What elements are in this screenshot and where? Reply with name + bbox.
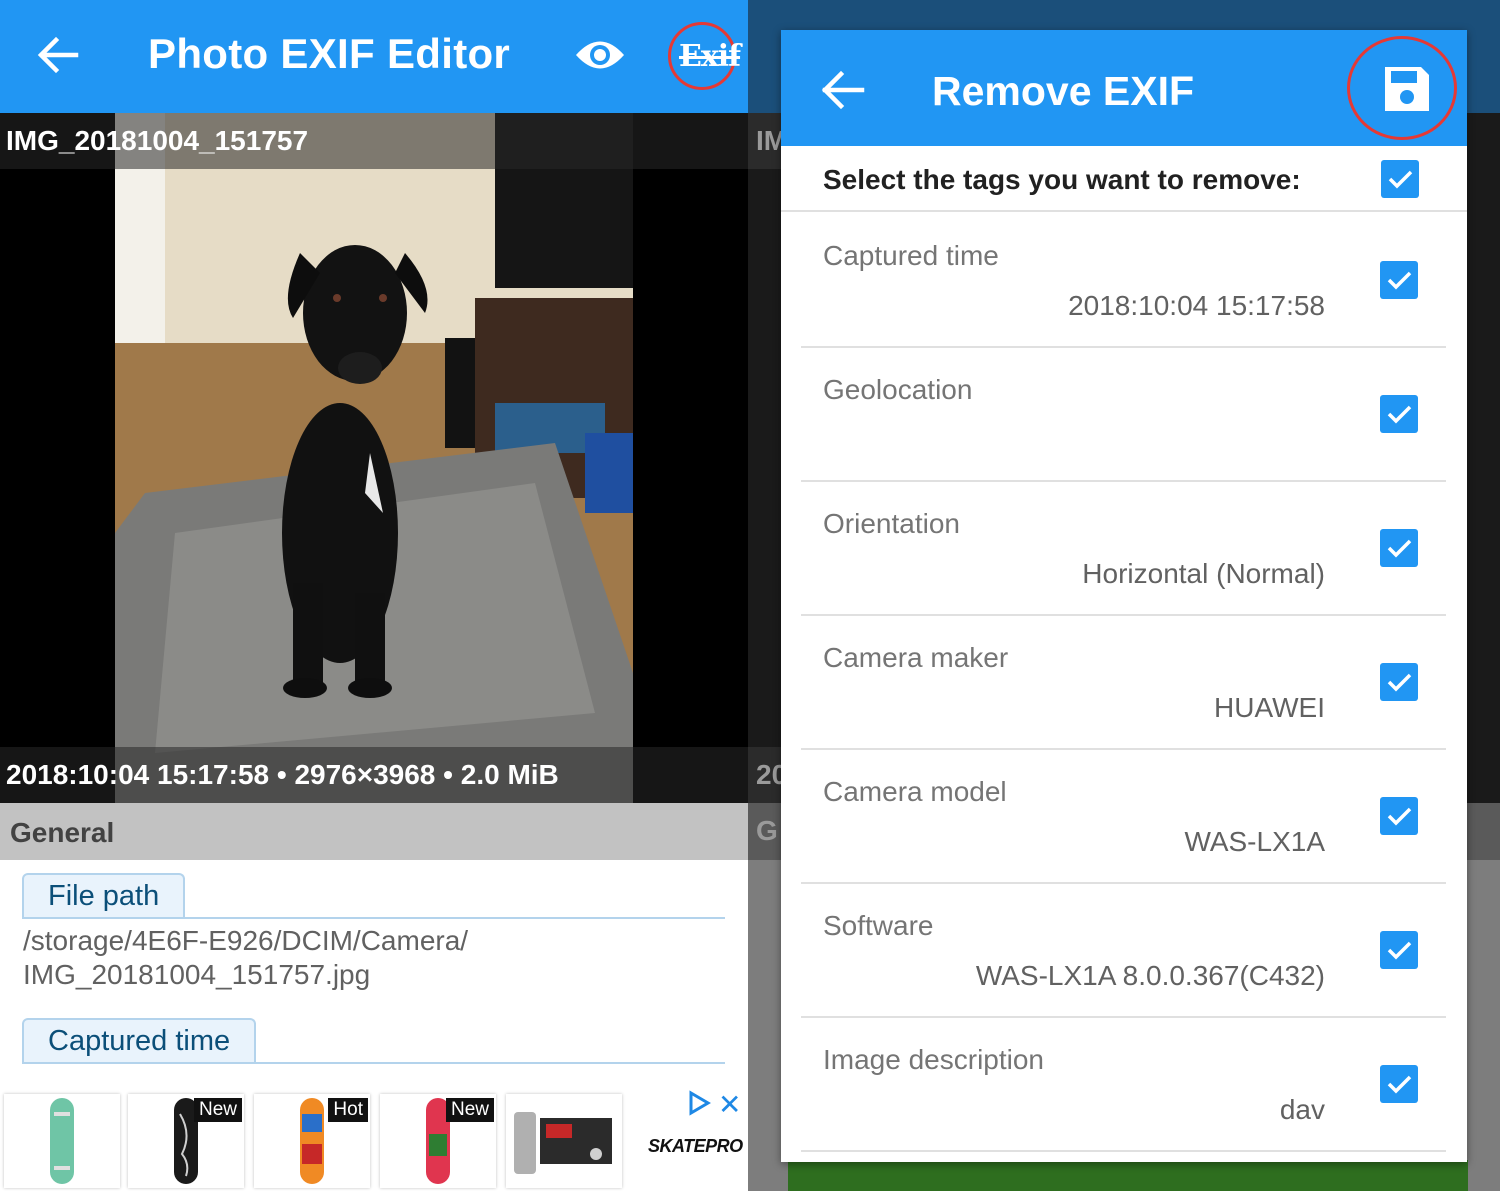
new-badge: New	[445, 1098, 494, 1122]
photo-info-bar: 2018:10:04 15:17:58 • 2976×3968 • 2.0 Mi…	[0, 747, 748, 803]
select-all-row[interactable]: Select the tags you want to remove:	[781, 146, 1467, 212]
tag-checkbox[interactable]	[1380, 261, 1418, 299]
tag-row-orientation[interactable]: Orientation Horizontal (Normal)	[801, 482, 1446, 616]
ad-close-icon[interactable]: ✕	[718, 1088, 741, 1121]
ad-product-skateboard[interactable]: New	[380, 1094, 496, 1188]
field-label-captured-time[interactable]: Captured time	[22, 1018, 257, 1064]
skateboard-image	[50, 1098, 74, 1184]
tag-row-geolocation[interactable]: Geolocation	[801, 348, 1446, 482]
ad-choices-icon[interactable]	[686, 1090, 712, 1116]
dialog-app-bar: Remove EXIF	[781, 30, 1467, 146]
checkmark-icon	[1387, 539, 1412, 558]
tag-value: Horizontal (Normal)	[1082, 558, 1325, 589]
tag-checkbox[interactable]	[1380, 529, 1418, 567]
exif-button[interactable]: Exif	[668, 22, 741, 90]
ad-product-skateboard[interactable]: New	[128, 1094, 244, 1188]
file-path-line-2: IMG_20181004_151757.jpg	[23, 959, 371, 990]
select-all-checkbox[interactable]	[1381, 160, 1419, 198]
eye-icon[interactable]	[574, 36, 626, 74]
tag-value: 2018:10:04 15:17:58	[1068, 290, 1325, 321]
arrow-back-icon[interactable]	[32, 30, 82, 80]
tag-label: Captured time	[823, 240, 999, 271]
ad-brand-logo: SKATEPRO	[648, 1136, 743, 1156]
tag-value: HUAWEI	[1214, 692, 1325, 723]
tag-checkbox[interactable]	[1380, 797, 1418, 835]
tag-row-camera-maker[interactable]: Camera maker HUAWEI	[801, 616, 1446, 750]
tag-value: WAS-LX1A	[1184, 826, 1325, 857]
checkmark-icon	[1387, 941, 1412, 960]
tag-checkbox[interactable]	[1380, 395, 1418, 433]
ad-product-skateboard[interactable]	[4, 1094, 120, 1188]
new-badge: New	[193, 1098, 242, 1122]
field-label-file-path[interactable]: File path	[22, 873, 186, 919]
tag-label: Image description	[823, 1044, 1045, 1075]
skate-tool-image	[514, 1112, 612, 1174]
tag-checkbox[interactable]	[1380, 1065, 1418, 1103]
photo-info: 2018:10:04 15:17:58 • 2976×3968 • 2.0 Mi…	[6, 759, 559, 790]
ad-product-skateboard[interactable]: Hot	[254, 1094, 370, 1188]
tag-checkbox[interactable]	[1380, 663, 1418, 701]
remove-exif-dialog: Remove EXIF Select the tags you want to …	[781, 30, 1467, 1162]
divider	[22, 1062, 725, 1064]
tag-row-captured-time[interactable]: Captured time 2018:10:04 15:17:58	[801, 214, 1446, 348]
tag-label: Software	[823, 910, 934, 941]
photo-viewer[interactable]: IMG_20181004_151757 2018:10:04 15:17:58 …	[0, 113, 748, 803]
tag-label: Camera maker	[823, 642, 1009, 673]
tag-checkbox[interactable]	[1380, 931, 1418, 969]
section-header-general: General	[0, 803, 748, 860]
file-path-line-1: /storage/4E6F-E926/DCIM/Camera/	[23, 925, 469, 956]
app-bar: Photo EXIF Editor Exif	[0, 0, 748, 113]
checkmark-icon	[1387, 1075, 1412, 1094]
dog-photo	[115, 113, 633, 803]
checkmark-icon	[1387, 271, 1412, 290]
photo-filename-bar: IMG_20181004_151757	[0, 113, 748, 169]
remove-exif-screen: IM 20 G Remove EXIF Select the tags you …	[748, 0, 1500, 1191]
checkmark-icon	[1387, 405, 1412, 424]
tag-label: Geolocation	[823, 374, 973, 405]
divider	[22, 917, 725, 919]
dimmed-section-title: G	[756, 815, 778, 846]
dimmed-ad	[788, 1160, 1468, 1191]
tag-row-software[interactable]: Software WAS-LX1A 8.0.0.367(C432)	[801, 884, 1446, 1018]
hot-badge: Hot	[328, 1098, 368, 1122]
photo-filename: IMG_20181004_151757	[6, 125, 309, 156]
ad-product-skate-tool[interactable]	[506, 1094, 622, 1188]
checkmark-icon	[1387, 673, 1412, 692]
select-prompt: Select the tags you want to remove:	[823, 164, 1301, 195]
section-title: General	[10, 817, 115, 848]
file-path-value[interactable]: /storage/4E6F-E926/DCIM/Camera/ IMG_2018…	[23, 924, 468, 992]
tag-row-camera-model[interactable]: Camera model WAS-LX1A	[801, 750, 1446, 884]
dialog-title: Remove EXIF	[932, 68, 1195, 114]
tag-label: Orientation	[823, 508, 960, 539]
tag-row-image-description[interactable]: Image description dav	[801, 1018, 1446, 1152]
photo-exif-editor-screen: Photo EXIF Editor Exif IMG_20181004_1517…	[0, 0, 748, 1191]
exif-button-label: Exif	[679, 39, 741, 74]
tag-value: WAS-LX1A 8.0.0.367(C432)	[975, 960, 1325, 991]
checkmark-icon	[1387, 807, 1412, 826]
app-title: Photo EXIF Editor	[148, 30, 511, 77]
floppy-disk-icon[interactable]	[1381, 63, 1433, 115]
tag-value: dav	[1279, 1094, 1325, 1125]
tag-label: Camera model	[823, 776, 1007, 807]
arrow-back-icon[interactable]	[815, 64, 867, 116]
checkmark-icon	[1388, 170, 1413, 189]
ad-banner[interactable]: New Hot New ✕ SKATEPRO	[0, 1088, 748, 1191]
